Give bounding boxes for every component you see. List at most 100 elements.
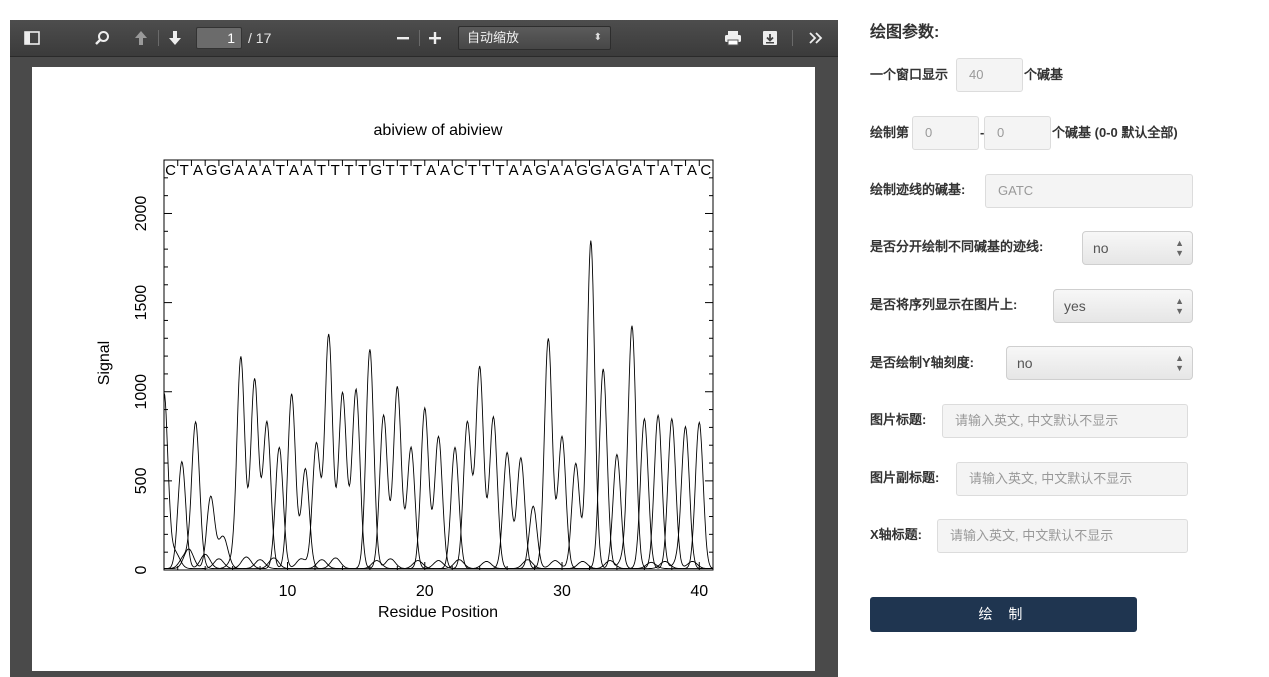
window-size-label-pre: 一个窗口显示 — [870, 67, 949, 82]
window-size-input[interactable]: 40 — [956, 58, 1023, 92]
page-count: / 17 — [248, 30, 272, 46]
base-letter: A — [509, 162, 519, 179]
base-letter: G — [220, 162, 232, 179]
pdf-toolbar: 1 / 17 自动缩放 ⬍ — [10, 20, 838, 57]
x-tick-label: 40 — [690, 583, 708, 600]
select-arrows-icon: ▲ ▼ — [1175, 353, 1184, 373]
show-sequence-label: 是否将序列显示在图片上: — [870, 297, 1018, 312]
base-letter: A — [303, 162, 313, 179]
separate-traces-label: 是否分开绘制不同碱基的迹线: — [870, 239, 1044, 254]
base-letter: A — [687, 162, 697, 179]
y-tick-label: 1500 — [133, 285, 150, 321]
select-arrows-icon: ▲ ▼ — [1175, 296, 1184, 316]
y-tick-label: 0 — [133, 565, 150, 574]
y-axis-title: Signal — [96, 341, 113, 385]
image-subtitle-label: 图片副标题: — [870, 470, 940, 485]
base-letter: A — [660, 162, 670, 179]
range-end-input[interactable]: 0 — [984, 116, 1051, 150]
base-letter: A — [234, 162, 244, 179]
x-tick-label: 20 — [416, 583, 434, 600]
base-letter: T — [180, 162, 189, 179]
trace-T — [164, 333, 713, 570]
base-letter: A — [262, 162, 272, 179]
plot-frame — [163, 159, 714, 571]
base-letter: A — [564, 162, 574, 179]
base-letter: C — [165, 162, 176, 179]
base-letter: A — [193, 162, 203, 179]
y-ticks-label: 是否绘制Y轴刻度: — [870, 355, 975, 370]
chart-title: abiview of abiview — [374, 122, 503, 139]
print-icon[interactable] — [722, 20, 744, 56]
x-axis-title-label: X轴标题: — [870, 527, 923, 542]
base-letter: T — [317, 162, 326, 179]
pdf-page: abiview of abiview Residue Position Sign… — [32, 67, 815, 671]
previous-page-icon[interactable] — [131, 20, 151, 56]
base-letter: G — [371, 162, 383, 179]
base-letter: T — [413, 162, 422, 179]
draw-button[interactable]: 绘 制 — [870, 597, 1137, 632]
zoom-select-value: 自动缩放 — [467, 30, 520, 45]
base-letter: G — [535, 162, 547, 179]
base-letter: A — [248, 162, 258, 179]
image-title-label: 图片标题: — [870, 412, 927, 427]
base-letter: A — [522, 162, 532, 179]
base-letter: G — [618, 162, 630, 179]
trace-G — [164, 240, 713, 570]
base-letter: T — [482, 162, 491, 179]
abiview-chart: abiview of abiview Residue Position Sign… — [96, 122, 714, 621]
separate-traces-value: no — [1093, 240, 1109, 256]
trace-A — [164, 325, 713, 570]
show-sequence-select[interactable]: yes ▲ ▼ — [1053, 289, 1193, 323]
base-letter: T — [358, 162, 367, 179]
base-letter: T — [646, 162, 655, 179]
base-letter: A — [632, 162, 642, 179]
form-title: 绘图参数: — [870, 24, 940, 41]
search-icon[interactable] — [92, 20, 112, 56]
sidebar-toggle-icon[interactable] — [22, 20, 42, 56]
trace-C — [163, 392, 714, 570]
x-axis-title-input[interactable]: 请输入英文, 中文默认不显示 — [937, 519, 1188, 553]
base-letter: G — [576, 162, 588, 179]
select-arrows-icon: ⬍ — [593, 32, 602, 43]
base-letter: A — [289, 162, 299, 179]
image-subtitle-input[interactable]: 请输入英文, 中文默认不显示 — [956, 462, 1188, 496]
image-title-input[interactable]: 请输入英文, 中文默认不显示 — [942, 404, 1188, 438]
range-start-input[interactable]: 0 — [912, 116, 979, 150]
y-ticks-value: no — [1017, 355, 1033, 371]
base-letter: T — [344, 162, 353, 179]
zoom-select[interactable]: 自动缩放 ⬍ — [458, 26, 611, 50]
plot-parameters-form: 绘图参数: 一个窗口显示 40 个碱基 绘制第 0 - 0 个碱基 (0-0 默… — [838, 0, 1269, 677]
trace-bases-label: 绘制迹线的碱基: — [870, 182, 966, 197]
base-letter: T — [276, 162, 285, 179]
base-letter: T — [386, 162, 395, 179]
base-letter: T — [468, 162, 477, 179]
base-letter: T — [399, 162, 408, 179]
trace-bases-input[interactable]: GATC — [985, 174, 1193, 208]
base-letter: A — [426, 162, 436, 179]
select-arrows-icon: ▲ ▼ — [1175, 238, 1184, 258]
window-size-label-post: 个碱基 — [1024, 67, 1064, 82]
y-ticks-select[interactable]: no ▲ ▼ — [1006, 346, 1193, 380]
x-tick-label: 10 — [279, 583, 297, 600]
base-letter: C — [453, 162, 464, 179]
separate-traces-select[interactable]: no ▲ ▼ — [1082, 231, 1193, 265]
base-letter: T — [674, 162, 683, 179]
pdf-viewer: 1 / 17 自动缩放 ⬍ abiview of abiview Residue… — [10, 20, 838, 677]
range-label-post: 个碱基 (0-0 默认全部) — [1052, 125, 1178, 140]
base-letter: G — [590, 162, 602, 179]
y-tick-label: 500 — [133, 467, 150, 494]
base-letter: G — [206, 162, 218, 179]
tools-menu-icon[interactable] — [805, 20, 827, 56]
zoom-out-icon[interactable] — [393, 20, 413, 56]
base-letter: A — [550, 162, 560, 179]
page-number-input[interactable]: 1 — [196, 27, 242, 49]
y-tick-label: 2000 — [133, 196, 150, 232]
zoom-in-icon[interactable] — [425, 20, 445, 56]
y-tick-label: 1000 — [133, 374, 150, 410]
base-letter: A — [605, 162, 615, 179]
base-letter: A — [440, 162, 450, 179]
download-icon[interactable] — [760, 20, 780, 56]
next-page-icon[interactable] — [165, 20, 185, 56]
base-letter: T — [495, 162, 504, 179]
base-letter: T — [331, 162, 340, 179]
